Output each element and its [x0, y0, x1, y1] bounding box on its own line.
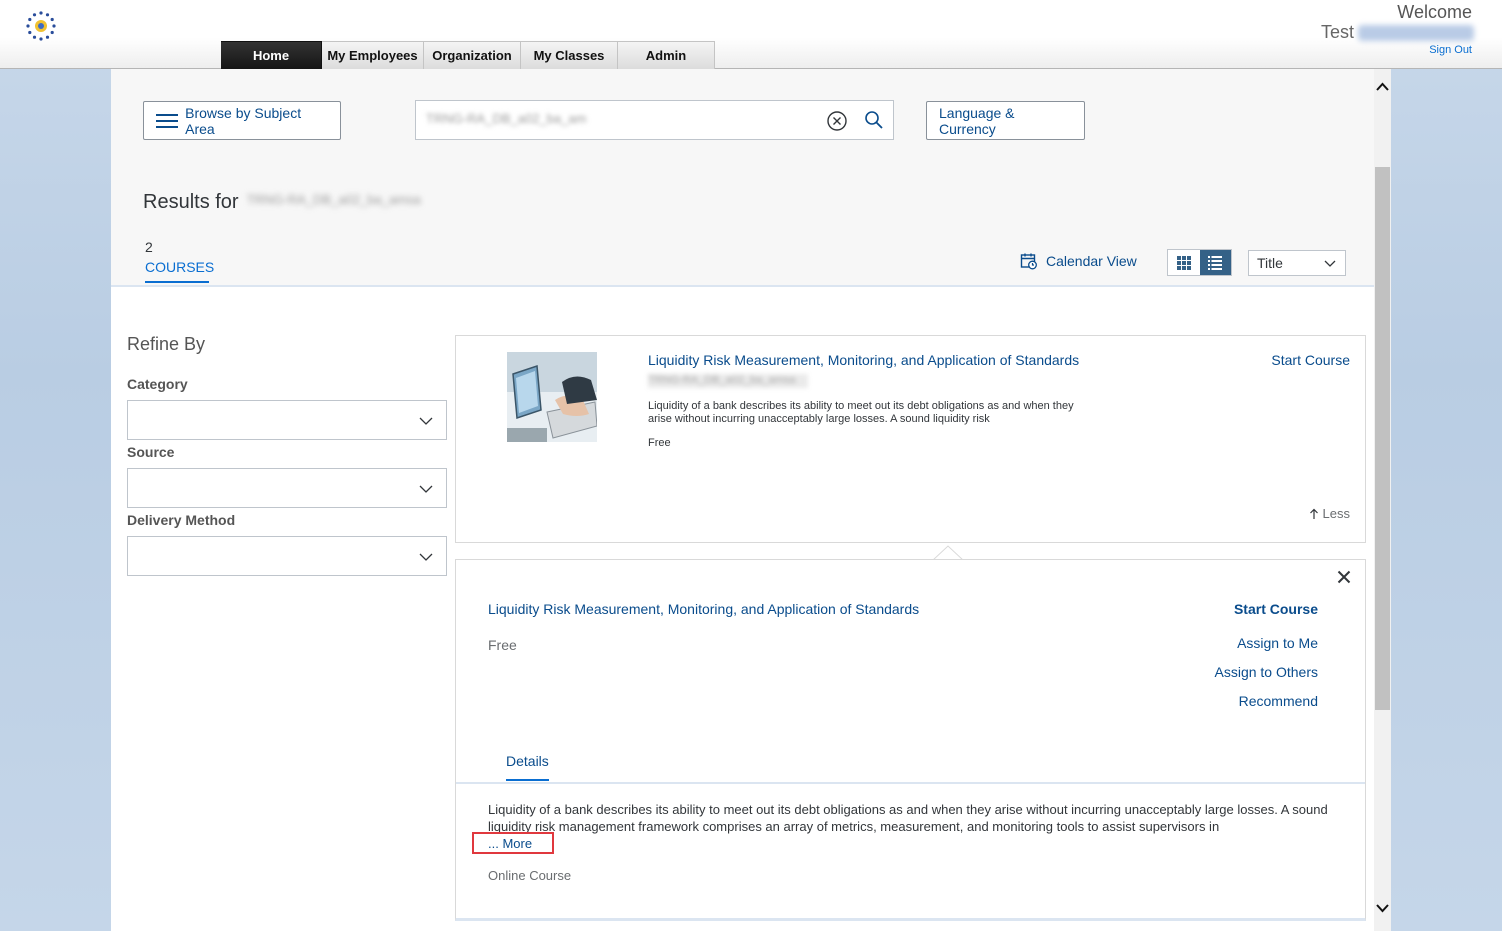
nav-tab-organization[interactable]: Organization: [424, 41, 521, 69]
arrow-up-icon: [1309, 508, 1318, 519]
user-name: Test: [1321, 22, 1474, 43]
results-prefix: Results for: [143, 191, 239, 213]
scrollbar[interactable]: [1374, 69, 1391, 931]
detail-tab-bar: Details: [456, 740, 1365, 784]
calendar-icon: [1020, 253, 1037, 270]
top-bar: Home My Employees Organization My Classe…: [0, 0, 1502, 69]
calendar-view-label: Calendar View: [1046, 253, 1137, 269]
browse-button-label: Browse by Subject Area: [185, 104, 302, 137]
nav-tab-home[interactable]: Home: [221, 41, 322, 69]
assign-to-me-link[interactable]: Assign to Me: [1237, 635, 1318, 651]
list-icon: [1208, 255, 1223, 270]
sort-select[interactable]: Title: [1248, 250, 1346, 276]
logo-icon[interactable]: [25, 10, 57, 42]
source-select[interactable]: [127, 468, 447, 508]
delivery-method-label: Delivery Method: [127, 512, 236, 528]
scroll-up-icon[interactable]: [1374, 79, 1391, 95]
hamburger-icon: [156, 113, 178, 129]
chevron-down-icon: [1324, 260, 1336, 267]
sort-select-value: Title: [1257, 255, 1283, 271]
close-icon[interactable]: [1337, 568, 1351, 589]
category-select[interactable]: [127, 400, 447, 440]
calendar-view-button[interactable]: Calendar View: [1020, 252, 1137, 270]
nav-tab-my-classes[interactable]: My Classes: [521, 41, 618, 69]
search-icon[interactable]: [864, 110, 884, 130]
course-title-link[interactable]: Liquidity Risk Measurement, Monitoring, …: [648, 352, 1079, 368]
results-query: TRNG-RA_DB_a02_ba_amsa: [246, 191, 421, 207]
more-link[interactable]: ... More: [488, 836, 532, 851]
language-button-label: Language & Currency: [939, 104, 1015, 137]
user-first-name: Test: [1320, 22, 1354, 42]
courses-tab-label: COURSES: [145, 259, 215, 275]
welcome-text: Welcome: [1397, 2, 1472, 22]
grid-view-button[interactable]: [1168, 250, 1200, 275]
results-heading: Results for TRNG-RA_DB_a02_ba_amsa: [143, 191, 509, 214]
recommend-link[interactable]: Recommend: [1239, 693, 1318, 709]
course-card: Liquidity Risk Measurement, Monitoring, …: [455, 335, 1366, 543]
delivery-type: Online Course: [488, 868, 572, 883]
tab-details[interactable]: Details: [506, 753, 549, 781]
search-input-value: TRNG-RA_DB_a02_ba_amsa: [426, 111, 586, 126]
nav-tab-admin[interactable]: Admin: [618, 41, 715, 69]
course-thumbnail[interactable]: [507, 352, 597, 442]
refine-by-title: Refine By: [127, 334, 206, 354]
start-course-link[interactable]: Start Course: [1271, 352, 1350, 368]
browse-by-subject-button[interactable]: Browse by Subject Area: [143, 101, 341, 140]
user-last-name-redacted: [1358, 24, 1474, 41]
main-panel: Browse by Subject Area TRNG-RA_DB_a02_ba…: [111, 69, 1391, 931]
source-label: Source: [127, 444, 175, 460]
less-label: Less: [1322, 506, 1350, 521]
main-nav: Home My Employees Organization My Classe…: [221, 41, 715, 69]
search-header: Browse by Subject Area TRNG-RA_DB_a02_ba…: [111, 69, 1374, 287]
course-price: Free: [648, 437, 671, 449]
course-id: TRNG-RA_DB_a02_ba_amsa: [648, 374, 808, 388]
detail-description: Liquidity of a bank describes its abilit…: [488, 802, 1328, 834]
course-detail-panel: Liquidity Risk Measurement, Monitoring, …: [455, 559, 1366, 921]
view-toggle: [1167, 249, 1232, 276]
detail-course-price: Free: [488, 637, 517, 653]
sign-out-link[interactable]: Sign Out: [1429, 44, 1472, 56]
chevron-down-icon: [419, 417, 433, 425]
courses-count: 2: [145, 239, 153, 255]
course-image: [507, 352, 597, 442]
tab-courses[interactable]: 2 COURSES: [145, 239, 215, 283]
scroll-down-icon[interactable]: [1374, 900, 1391, 916]
chevron-down-icon: [419, 553, 433, 561]
nav-tab-my-employees[interactable]: My Employees: [322, 41, 424, 69]
course-description: Liquidity of a bank describes its abilit…: [648, 400, 1074, 425]
grid-icon: [1176, 255, 1191, 270]
scrollbar-thumb[interactable]: [1375, 167, 1390, 710]
detail-start-course-link[interactable]: Start Course: [1234, 601, 1318, 617]
less-toggle[interactable]: Less: [1309, 506, 1350, 521]
search-input[interactable]: TRNG-RA_DB_a02_ba_amsa: [415, 100, 894, 140]
detail-course-title-link[interactable]: Liquidity Risk Measurement, Monitoring, …: [488, 601, 919, 617]
clear-icon[interactable]: [826, 110, 848, 132]
category-label: Category: [127, 376, 188, 392]
language-currency-button[interactable]: Language & Currency: [926, 101, 1085, 140]
chevron-down-icon: [419, 485, 433, 493]
delivery-method-select[interactable]: [127, 536, 447, 576]
list-view-button[interactable]: [1199, 250, 1231, 275]
assign-to-others-link[interactable]: Assign to Others: [1215, 664, 1319, 680]
